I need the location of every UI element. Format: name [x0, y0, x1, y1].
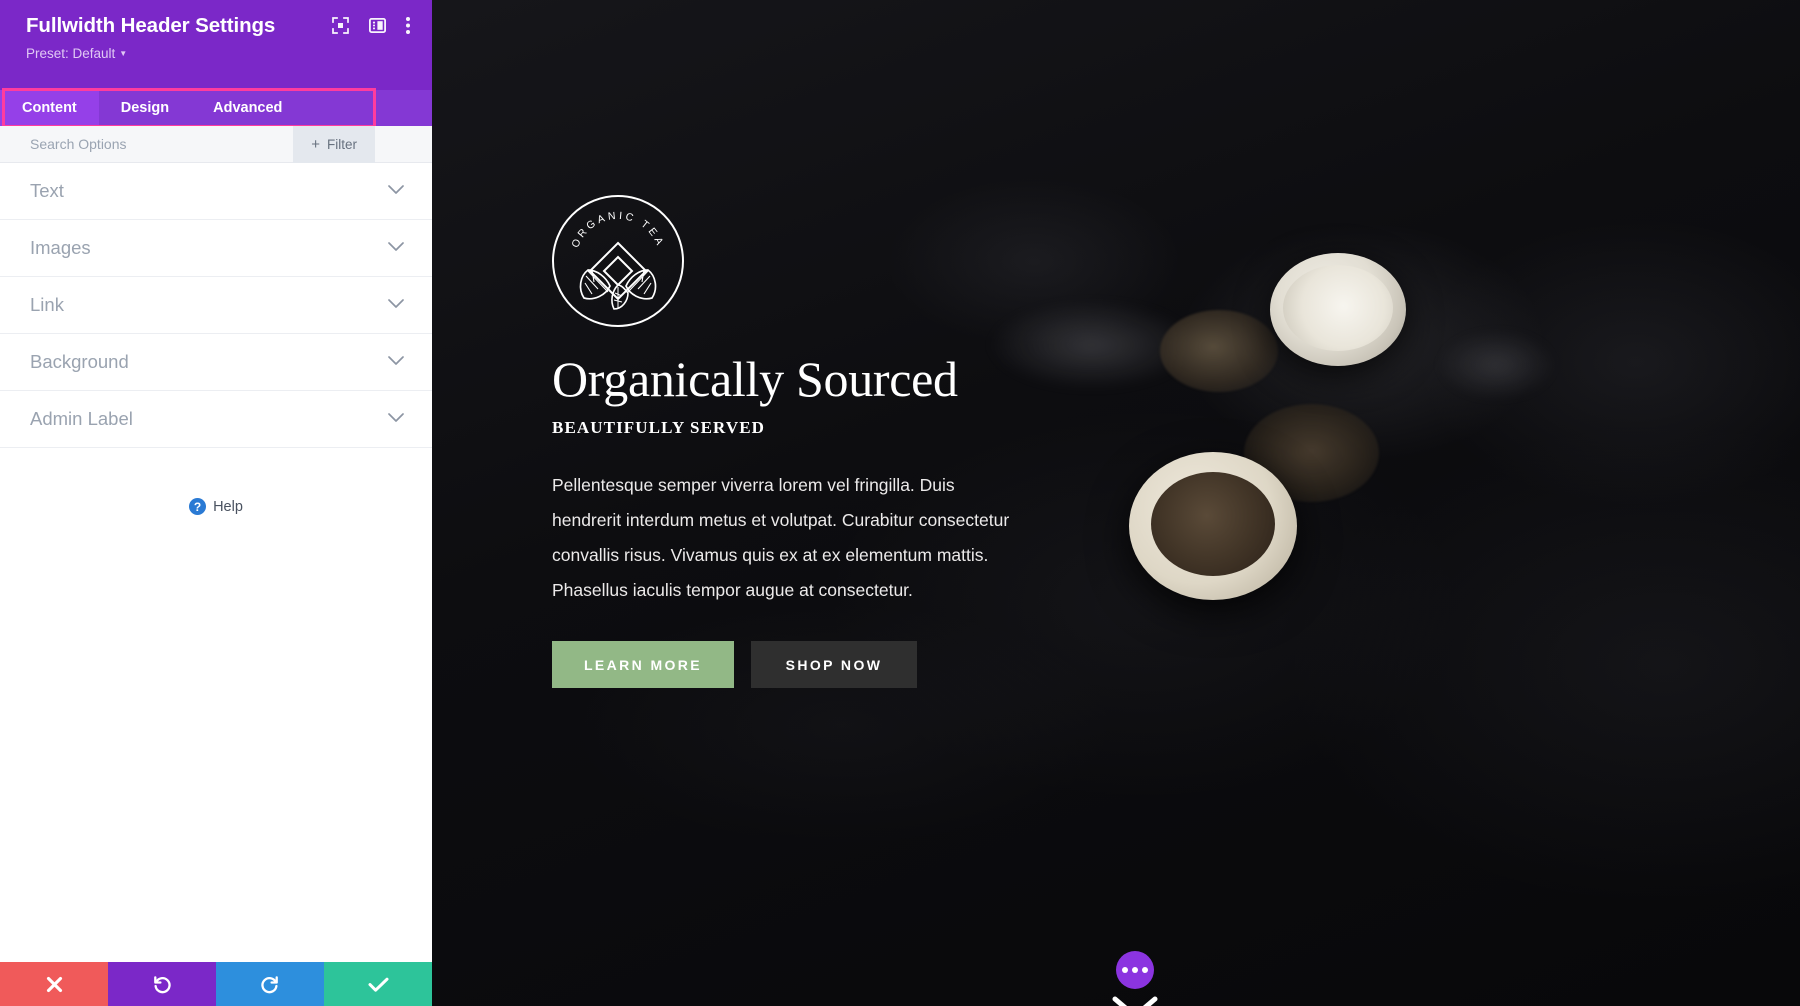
module-settings-panel: Fullwidth Header Settings Preset: Defaul… — [0, 0, 432, 1006]
hero-subheading: BEAUTIFULLY SERVED — [552, 418, 766, 437]
settings-tabs: Content Design Advanced — [0, 90, 432, 126]
hero-body-text: Pellentesque semper viverra lorem vel fr… — [552, 475, 1010, 600]
chevron-down-icon: ▼ — [119, 49, 128, 59]
cancel-button[interactable] — [0, 962, 108, 1006]
page-settings-fab[interactable] — [1116, 951, 1154, 989]
learn-more-button[interactable]: LEARN MORE — [552, 641, 734, 688]
section-label: Link — [30, 294, 64, 315]
shop-now-button[interactable]: SHOP NOW — [751, 641, 917, 688]
search-options-row: + Filter — [0, 125, 432, 163]
hero-buttons: LEARN MORE SHOP NOW — [552, 641, 1022, 688]
undo-button[interactable] — [108, 962, 216, 1006]
section-text[interactable]: Text — [0, 163, 432, 220]
dot-icon — [1142, 967, 1148, 973]
filter-button-label: Filter — [327, 136, 357, 152]
section-label: Text — [30, 180, 64, 201]
panel-spacer — [0, 515, 432, 962]
section-background[interactable]: Background — [0, 334, 432, 391]
chevron-down-icon — [388, 182, 404, 200]
section-link[interactable]: Link — [0, 277, 432, 334]
search-input[interactable] — [30, 136, 294, 152]
plus-icon: + — [311, 135, 320, 153]
section-label: Admin Label — [30, 408, 133, 429]
section-admin-label[interactable]: Admin Label — [0, 391, 432, 448]
tab-design[interactable]: Design — [99, 90, 191, 126]
section-label: Background — [30, 351, 129, 372]
chevron-down-icon — [388, 353, 404, 371]
tea-leaves-bowl — [1129, 452, 1297, 600]
organic-tea-logo-icon: ORGANIC TEA — [552, 195, 684, 327]
chevron-down-icon — [388, 296, 404, 314]
fullwidth-header-module[interactable]: ORGANIC TEA Organically Sourced BEAUTIFU… — [552, 195, 1022, 688]
settings-tabs-wrapper: Content Design Advanced — [0, 88, 432, 128]
save-button[interactable] — [324, 962, 432, 1006]
filter-button[interactable]: + Filter — [293, 125, 375, 163]
hero-heading: Organically Sourced — [552, 351, 958, 407]
divi-builder-screen: Fullwidth Header Settings Preset: Defaul… — [0, 0, 1800, 1006]
tab-content[interactable]: Content — [0, 90, 99, 126]
panel-header-icons — [332, 14, 410, 34]
page-title: Fullwidth Header Settings — [26, 14, 276, 37]
help-link[interactable]: ? Help — [0, 448, 432, 515]
page-preview-canvas[interactable]: ORGANIC TEA Organically Sourced BEAUTIFU… — [432, 0, 1800, 1006]
tab-advanced[interactable]: Advanced — [191, 90, 304, 126]
chevron-down-icon — [388, 239, 404, 257]
preset-selector[interactable]: Preset: Default ▼ — [26, 46, 410, 61]
preset-label: Preset: Default — [26, 45, 116, 61]
panel-layout-icon[interactable] — [369, 18, 386, 33]
section-label: Images — [30, 237, 91, 258]
help-question-icon: ? — [189, 498, 207, 515]
dot-icon — [1132, 967, 1138, 973]
settings-sections-list: Text Images Link Background Admin Label — [0, 163, 432, 448]
white-bowl — [1270, 253, 1406, 366]
dot-icon — [1122, 967, 1128, 973]
loose-tea-pile — [1160, 310, 1278, 392]
chevron-down-icon — [388, 410, 404, 428]
more-options-icon[interactable] — [406, 17, 410, 34]
redo-button[interactable] — [216, 962, 324, 1006]
help-label: Help — [213, 498, 243, 515]
section-images[interactable]: Images — [0, 220, 432, 277]
panel-action-bar — [0, 962, 432, 1006]
scroll-down-chevron[interactable] — [1110, 995, 1160, 1006]
photo-highlight — [1437, 330, 1557, 400]
focus-frame-icon[interactable] — [332, 17, 349, 34]
panel-header: Fullwidth Header Settings Preset: Defaul… — [0, 0, 432, 90]
